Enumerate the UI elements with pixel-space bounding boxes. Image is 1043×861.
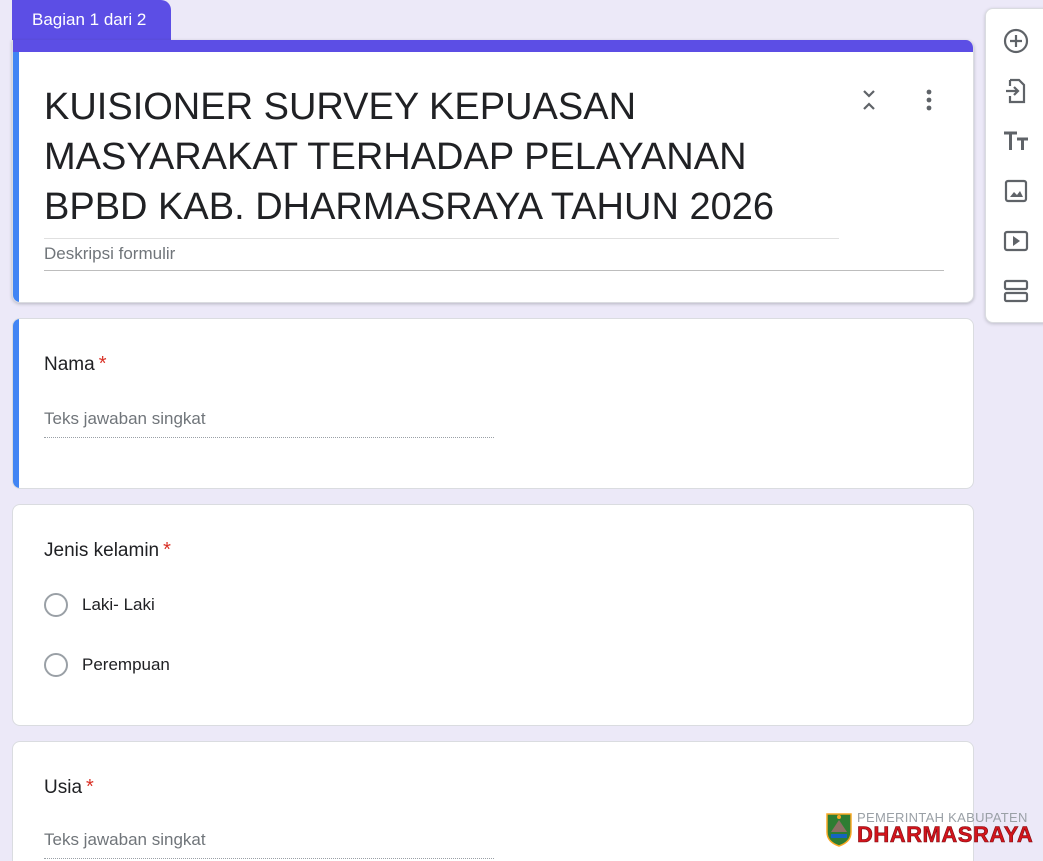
radio-button[interactable] — [44, 653, 68, 677]
question-title: Nama * — [44, 353, 107, 375]
required-mark: * — [86, 776, 94, 798]
section-tab: Bagian 1 dari 2 — [12, 0, 171, 42]
form-editor: Bagian 1 dari 2 KUISIONER SURVEY KEPUASA… — [0, 0, 1043, 861]
add-question-button[interactable] — [1001, 26, 1031, 56]
question-title: Usia * — [44, 776, 94, 798]
collapse-section-button[interactable] — [855, 86, 883, 114]
import-question-icon — [1006, 78, 1026, 104]
radio-option-perempuan[interactable]: Perempuan — [44, 653, 170, 677]
radio-button[interactable] — [44, 593, 68, 617]
collapse-icon — [863, 90, 875, 110]
required-mark: * — [163, 539, 171, 561]
import-question-button[interactable] — [1001, 76, 1031, 106]
required-mark: * — [98, 353, 107, 375]
radio-option-laki-laki[interactable]: Laki- Laki — [44, 593, 155, 617]
more-options-button[interactable] — [915, 86, 943, 114]
add-question-icon — [1003, 28, 1029, 54]
add-section-icon — [1003, 279, 1029, 303]
short-answer-field: Teks jawaban singkat — [44, 830, 494, 859]
add-image-button[interactable] — [1001, 176, 1031, 206]
add-video-icon — [1003, 230, 1029, 252]
add-section-button[interactable] — [1001, 276, 1031, 306]
add-image-icon — [1004, 179, 1028, 203]
radio-option-label: Perempuan — [82, 655, 170, 674]
add-title-button[interactable] — [1001, 126, 1031, 156]
add-video-button[interactable] — [1001, 226, 1031, 256]
question-title: Jenis kelamin * — [44, 539, 171, 561]
more-vert-icon — [926, 89, 932, 111]
form-title[interactable]: KUISIONER SURVEY KEPUASAN MASYARAKAT TER… — [44, 82, 839, 239]
form-description-input[interactable]: Deskripsi formulir — [44, 244, 944, 271]
crest-icon — [826, 813, 852, 847]
dharmasraya-logo: PEMERINTAH KABUPATEN DHARMASRAYA — [825, 808, 1034, 848]
short-answer-field: Teks jawaban singkat — [44, 409, 494, 438]
side-toolbar — [985, 8, 1043, 323]
question-card-nama[interactable]: Nama * Teks jawaban singkat — [12, 318, 974, 489]
header-accent-bar — [13, 40, 973, 52]
radio-option-label: Laki- Laki — [82, 595, 155, 614]
form-header-card[interactable]: KUISIONER SURVEY KEPUASAN MASYARAKAT TER… — [12, 40, 974, 303]
question-card-jenis-kelamin[interactable]: Jenis kelamin * Laki- Laki Perempuan — [12, 504, 974, 726]
add-title-icon — [1004, 131, 1028, 150]
logo-line2: DHARMASRAYA — [857, 822, 1034, 848]
